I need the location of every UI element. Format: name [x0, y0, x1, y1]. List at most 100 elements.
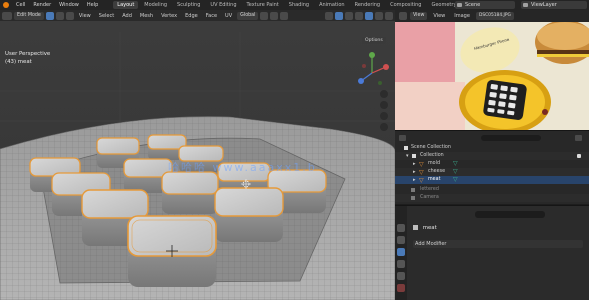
workspace-tab-layout[interactable]: Layout [113, 1, 139, 9]
gizmo-neg-x-icon[interactable] [362, 64, 366, 68]
3d-viewport[interactable]: Edit Mode View Select Add Mesh Vertex Ed… [0, 10, 395, 300]
expand-arrow-icon[interactable]: ▸ [413, 168, 416, 176]
outliner-label: lettered [420, 187, 439, 192]
menu-render[interactable]: Render [30, 2, 54, 8]
material-tab-icon[interactable] [397, 284, 405, 292]
outliner-row-collection[interactable]: ▾ Collection [395, 152, 589, 160]
outliner-row-cheese[interactable]: ▸ ▽ cheese ▽ [395, 168, 589, 176]
gizmo-x-axis-icon[interactable] [383, 64, 389, 70]
shading-material-icon[interactable] [375, 11, 383, 20]
outliner-row-camera[interactable]: Camera [395, 194, 589, 202]
xray-toggle-icon[interactable] [345, 11, 353, 20]
viewport-info-overlay: User Perspective (43) meat [5, 50, 50, 66]
overlay-toggle-icon[interactable] [335, 11, 343, 20]
mode-selector[interactable]: Edit Mode [14, 11, 44, 20]
shading-wireframe-icon[interactable] [355, 11, 363, 20]
visibility-icon[interactable] [325, 11, 333, 20]
view-layer-selector[interactable]: ViewLayer [521, 1, 587, 9]
shading-rendered-icon[interactable] [385, 11, 393, 20]
menu-cell[interactable]: Cell [13, 2, 28, 8]
pan-hand-icon[interactable] [380, 101, 388, 109]
reference-image-viewer[interactable]: Hamburger Phone [395, 22, 589, 130]
properties-panel: meat Add Modifier [395, 205, 589, 300]
expand-arrow-icon[interactable]: ▸ [413, 176, 416, 184]
workspace-tab-rendering[interactable]: Rendering [351, 1, 385, 9]
tool-tab-icon[interactable] [397, 224, 405, 232]
editor-type-icon[interactable] [2, 11, 12, 20]
snap-icon[interactable] [270, 11, 279, 20]
modifier-icon: ▽ [453, 176, 458, 183]
gizmo-y-axis-icon[interactable] [369, 52, 375, 58]
key-mesh [161, 171, 219, 214]
menu-select[interactable]: Select [96, 13, 117, 19]
menu-vertex[interactable]: Vertex [158, 13, 180, 19]
outliner-label: Scene Collection [411, 145, 451, 150]
camera-view-icon[interactable] [380, 112, 388, 120]
wrench-icon [413, 225, 418, 230]
view-perspective-label: User Perspective [5, 51, 51, 57]
image-menu-image[interactable]: Image [451, 13, 473, 19]
outliner-panel: Scene Collection ▾ Collection ▸ ▽ mold ▽… [395, 130, 589, 204]
key-mesh [214, 187, 284, 242]
render-tab-icon[interactable] [397, 236, 405, 244]
zoom-icon[interactable] [380, 90, 388, 98]
menu-edge[interactable]: Edge [182, 13, 201, 19]
outliner-row-meat[interactable]: ▸ ▽ meat ▽ [395, 176, 589, 184]
workspace-tab-shading[interactable]: Shading [285, 1, 313, 9]
outliner-label: Collection [420, 153, 444, 158]
menu-help[interactable]: Help [84, 2, 101, 8]
menu-view[interactable]: View [76, 13, 94, 19]
workspace-tab-texture-paint[interactable]: Texture Paint [243, 1, 283, 9]
workspace-tab-animation[interactable]: Animation [315, 1, 349, 9]
collection-icon [404, 146, 408, 150]
outliner-row-mold[interactable]: ▸ ▽ mold ▽ [395, 160, 589, 168]
image-name-field[interactable]: DSC05184.JPG [475, 12, 514, 20]
outliner-search-icon[interactable] [481, 135, 541, 141]
menu-uv[interactable]: UV [222, 13, 235, 19]
physics-tab-icon[interactable] [397, 272, 405, 280]
add-modifier-button[interactable]: Add Modifier [413, 240, 583, 248]
edge-select-icon[interactable] [55, 11, 64, 20]
transform-orientation-selector[interactable]: Global [237, 11, 259, 20]
blender-logo-icon[interactable] [3, 2, 9, 8]
proportional-editing-icon[interactable] [280, 11, 289, 20]
mesh-object-icon: ▽ [419, 177, 424, 184]
image-editor-type-icon[interactable] [399, 12, 407, 20]
menu-window[interactable]: Window [56, 2, 82, 8]
face-select-icon[interactable] [65, 11, 74, 20]
outliner-label: meat [428, 177, 441, 182]
workspace-tab-compositing[interactable]: Compositing [386, 1, 425, 9]
workspace-tab-sculpting[interactable]: Sculpting [173, 1, 204, 9]
expand-arrow-icon[interactable]: ▾ [406, 152, 409, 160]
menu-mesh[interactable]: Mesh [137, 13, 156, 19]
top-menu-bar: Cell Render Window Help Layout Modeling … [0, 0, 589, 10]
options-button[interactable]: Options [362, 37, 386, 44]
workspace-tab-modeling[interactable]: Modeling [140, 1, 171, 9]
vertex-select-icon[interactable] [45, 11, 54, 20]
particles-tab-icon[interactable] [397, 260, 405, 268]
outliner-filter-icon[interactable] [575, 135, 582, 141]
workspace-tab-uv-editing[interactable]: UV Editing [206, 1, 240, 9]
menu-add[interactable]: Add [119, 13, 135, 19]
menu-face[interactable]: Face [203, 13, 220, 19]
expand-arrow-icon[interactable]: ▸ [413, 160, 416, 168]
object-name: meat [422, 225, 437, 231]
properties-search-field[interactable] [475, 211, 545, 218]
modifier-tab-icon[interactable] [397, 248, 405, 256]
gizmo-z-axis-icon[interactable] [358, 78, 364, 84]
gizmo-neg-y-icon[interactable] [378, 81, 382, 85]
outliner-row-lettered[interactable]: lettered [395, 186, 589, 194]
image-menu-view[interactable]: View [430, 13, 448, 19]
modifier-icon: ▽ [453, 168, 458, 175]
checkbox-icon[interactable] [577, 154, 581, 158]
image-view-mode-selector[interactable]: View [410, 12, 428, 20]
shading-solid-icon[interactable] [365, 11, 373, 20]
outliner-row-scene-collection[interactable]: Scene Collection [395, 144, 589, 152]
viewport-canvas[interactable]: 哈哈哈 www.aaaxx1.b [0, 21, 395, 300]
grid-view-icon[interactable] [380, 123, 388, 131]
camera-icon [411, 196, 415, 200]
outliner-type-icon[interactable] [399, 135, 406, 141]
scene-selector[interactable]: Scene [455, 1, 515, 9]
outliner-label: cheese [428, 169, 446, 174]
pivot-point-icon[interactable] [260, 11, 269, 20]
